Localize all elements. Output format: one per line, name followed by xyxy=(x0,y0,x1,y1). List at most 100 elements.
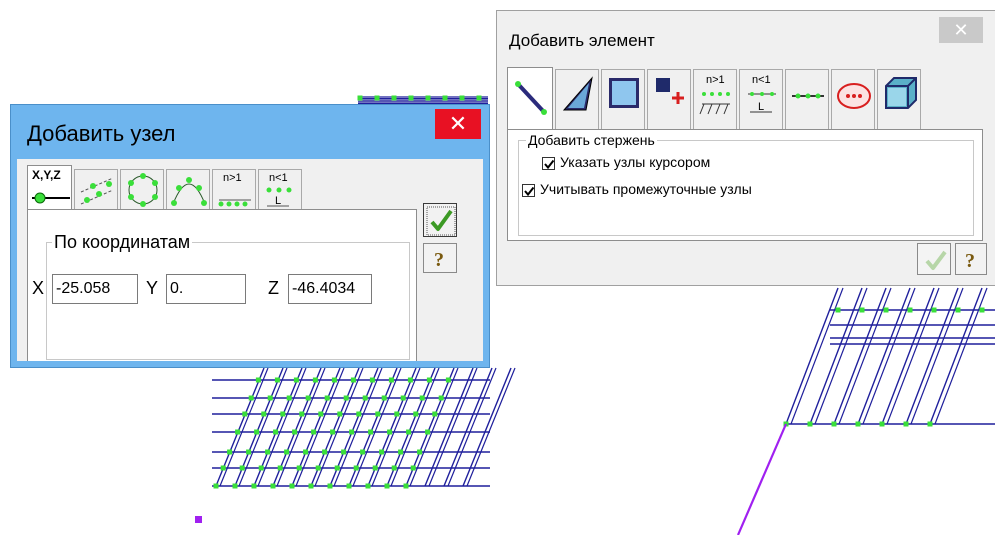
mesh-node[interactable] xyxy=(341,449,347,455)
mesh-node[interactable] xyxy=(331,377,337,383)
mesh-node[interactable] xyxy=(831,421,837,427)
tab-bar[interactable] xyxy=(507,67,553,129)
mesh-node[interactable] xyxy=(931,307,937,313)
add-element-titlebar[interactable]: Добавить элемент ✕ xyxy=(497,11,995,59)
mesh-node[interactable] xyxy=(324,395,330,401)
mesh-node[interactable] xyxy=(406,429,412,435)
mesh-node[interactable] xyxy=(292,429,298,435)
mesh-node[interactable] xyxy=(265,449,271,455)
mesh-node[interactable] xyxy=(349,429,355,435)
mesh-node[interactable] xyxy=(255,377,261,383)
tab-quad[interactable] xyxy=(601,69,645,129)
tab-chain[interactable] xyxy=(785,69,829,129)
mesh-node[interactable] xyxy=(835,307,841,313)
apply-button[interactable] xyxy=(423,203,457,237)
mesh-node[interactable] xyxy=(408,95,414,101)
add-node-titlebar[interactable]: Добавить узел ✕ xyxy=(11,105,489,159)
mesh-node[interactable] xyxy=(267,395,273,401)
pick-nodes-checkbox[interactable] xyxy=(542,157,555,170)
mesh-node[interactable] xyxy=(357,95,363,101)
tab-divide-n-el[interactable]: n>1 xyxy=(693,69,737,129)
tab-divide-n[interactable]: n>1 xyxy=(212,169,256,209)
mesh-node[interactable] xyxy=(388,377,394,383)
mesh-node[interactable] xyxy=(322,449,328,455)
mesh-node[interactable] xyxy=(286,395,292,401)
tab-triangle[interactable] xyxy=(555,69,599,129)
mesh-node[interactable] xyxy=(246,449,252,455)
mesh-node[interactable] xyxy=(476,95,482,101)
mesh-node[interactable] xyxy=(274,377,280,383)
mesh-node[interactable] xyxy=(432,411,438,417)
mesh-node[interactable] xyxy=(903,421,909,427)
mesh-node[interactable] xyxy=(311,429,317,435)
mesh-node[interactable] xyxy=(227,449,233,455)
mesh-node[interactable] xyxy=(855,421,861,427)
mesh-node[interactable] xyxy=(379,449,385,455)
tab-xyz[interactable]: X,Y,Z xyxy=(27,165,72,209)
mesh-node[interactable] xyxy=(807,421,813,427)
mesh-node[interactable] xyxy=(369,377,375,383)
mesh-node[interactable] xyxy=(368,429,374,435)
mesh-node[interactable] xyxy=(337,411,343,417)
mesh-node[interactable] xyxy=(296,465,302,471)
mesh-node[interactable] xyxy=(312,377,318,383)
help-button[interactable]: ? xyxy=(423,243,457,273)
mesh-node[interactable] xyxy=(308,483,314,489)
mesh-node[interactable] xyxy=(372,465,378,471)
mesh-node[interactable] xyxy=(927,421,933,427)
mesh-node[interactable] xyxy=(277,465,283,471)
mesh-node[interactable] xyxy=(251,483,257,489)
mesh-node[interactable] xyxy=(413,411,419,417)
mesh-node[interactable] xyxy=(303,449,309,455)
mesh-node[interactable] xyxy=(425,95,431,101)
mesh-node[interactable] xyxy=(419,395,425,401)
mesh-node[interactable] xyxy=(232,483,238,489)
mesh-node[interactable] xyxy=(327,483,333,489)
tab-divide-l[interactable]: n<1 L xyxy=(258,169,302,209)
mesh-node[interactable] xyxy=(425,429,431,435)
mesh-node[interactable] xyxy=(426,377,432,383)
mesh-node[interactable] xyxy=(356,411,362,417)
mesh-node[interactable] xyxy=(360,449,366,455)
mesh-node[interactable] xyxy=(417,449,423,455)
mesh-node[interactable] xyxy=(384,483,390,489)
mesh-node[interactable] xyxy=(346,483,352,489)
tab-solid[interactable] xyxy=(877,69,921,129)
mesh-node[interactable] xyxy=(438,395,444,401)
tab-divide-line[interactable] xyxy=(74,169,118,209)
mesh-node[interactable] xyxy=(239,465,245,471)
mesh-node[interactable] xyxy=(400,395,406,401)
mesh-node[interactable] xyxy=(410,465,416,471)
selected-node-marker[interactable] xyxy=(195,516,202,523)
mesh-node[interactable] xyxy=(270,483,276,489)
mesh-node[interactable] xyxy=(293,377,299,383)
tab-divide-l-el[interactable]: n<1 L xyxy=(739,69,783,129)
tab-contour[interactable] xyxy=(831,69,875,129)
mesh-node[interactable] xyxy=(391,95,397,101)
mesh-node[interactable] xyxy=(979,307,985,313)
mesh-node[interactable] xyxy=(907,307,913,313)
mesh-node[interactable] xyxy=(220,465,226,471)
mesh-node[interactable] xyxy=(305,395,311,401)
x-field[interactable] xyxy=(52,274,138,304)
close-button[interactable]: ✕ xyxy=(939,17,983,43)
tab-single-node[interactable] xyxy=(647,69,691,129)
y-field[interactable] xyxy=(166,274,246,304)
mesh-node[interactable] xyxy=(374,95,380,101)
mesh-node[interactable] xyxy=(403,483,409,489)
mesh-node[interactable] xyxy=(258,465,264,471)
mesh-node[interactable] xyxy=(343,395,349,401)
mesh-node[interactable] xyxy=(445,377,451,383)
mesh-node[interactable] xyxy=(859,307,865,313)
mesh-node[interactable] xyxy=(955,307,961,313)
mesh-node[interactable] xyxy=(315,465,321,471)
mesh-node[interactable] xyxy=(879,421,885,427)
mesh-node[interactable] xyxy=(459,95,465,101)
mesh-node[interactable] xyxy=(442,95,448,101)
mesh-node[interactable] xyxy=(273,429,279,435)
mesh-node[interactable] xyxy=(330,429,336,435)
mesh-node[interactable] xyxy=(391,465,397,471)
mesh-node[interactable] xyxy=(350,377,356,383)
mesh-node[interactable] xyxy=(284,449,290,455)
mesh-node[interactable] xyxy=(254,429,260,435)
